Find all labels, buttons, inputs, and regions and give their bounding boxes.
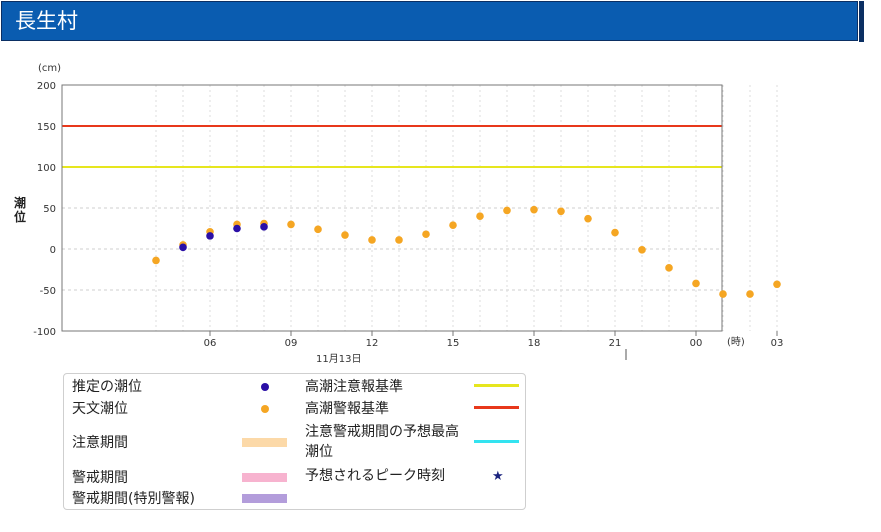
astronomical-tide-point (719, 290, 727, 298)
estimated-tide-point (206, 232, 214, 240)
astronomical-tide-point (692, 279, 700, 288)
astronomical-tide-point (530, 205, 538, 214)
legend-label-warning-period: 警戒期間 (72, 470, 128, 486)
estimated-tide-point (260, 223, 268, 231)
y-tick-labels: 200 150 100 50 0 -50 -100 (33, 81, 56, 338)
astronomical-tide-point (287, 220, 295, 229)
astronomical-tide-point (746, 290, 754, 298)
x-tick-label: 06 (204, 338, 217, 349)
y-tick-label: 200 (37, 81, 56, 92)
astronomical-tide-point (584, 214, 592, 223)
astronomical-tide-point (773, 280, 781, 289)
astronomical-tide-point (314, 225, 322, 234)
date-label: 11月13日 (316, 353, 361, 365)
legend-swatch-warning-period (242, 473, 287, 482)
legend-swatch-special-warning-period (242, 494, 287, 503)
legend-swatch-advisory-threshold (474, 384, 519, 387)
astronomical-tide-point (503, 206, 511, 215)
legend-swatch-astronomical-tide (261, 405, 269, 413)
astronomical-tide-point (665, 264, 673, 272)
legend-swatch-estimated-tide (261, 383, 269, 391)
astronomical-tide-point (368, 236, 376, 244)
x-tick-label: 00 (690, 338, 703, 349)
astronomical-tide-point (557, 207, 565, 216)
y-tick-label: -100 (33, 327, 56, 338)
legend-label-predicted-max-tide: 注意警戒期間の予想最高潮位 (305, 424, 459, 460)
page-header: 長生村 (1, 1, 858, 41)
legend-swatch-predicted-max-tide (474, 440, 519, 443)
y-unit-label: (cm) (38, 63, 61, 74)
legend-label-estimated-tide: 推定の潮位 (72, 379, 142, 395)
legend-label-peak-time: 予想されるピーク時刻 (305, 468, 445, 484)
astronomical-tide-point (422, 230, 430, 239)
legend-label-astronomical-tide: 天文潮位 (72, 401, 128, 417)
x-unit-label: (時) (727, 336, 745, 348)
header-shadow (859, 1, 864, 42)
legend-swatch-warning-threshold (474, 406, 519, 409)
y-axis-title: 潮 位 (14, 195, 30, 224)
y-tick-label: 0 (50, 245, 56, 256)
star-icon: ★ (492, 469, 504, 484)
y-tick-label: -50 (40, 286, 56, 297)
astronomical-tide-point (476, 212, 484, 220)
y-tick-label: 100 (37, 163, 56, 174)
y-tick-label: 50 (43, 204, 56, 215)
x-tick-label: 03 (771, 338, 784, 349)
tide-chart: 200 150 100 50 0 -50 -100 06 09 12 15 18 21 00 03 (cm… (14, 63, 784, 365)
x-tick-label: 21 (609, 338, 622, 349)
astronomical-tide-point (152, 256, 160, 265)
estimated-tide-point (179, 243, 187, 252)
data-points (152, 205, 781, 298)
x-tick-label: 09 (285, 338, 298, 349)
x-tick-label: 18 (528, 338, 541, 349)
legend-label-advisory-threshold: 高潮注意報基準 (305, 379, 403, 395)
astronomical-tide-point (341, 231, 349, 239)
astronomical-tide-point (449, 221, 457, 230)
legend-label-warning-threshold: 高潮警報基準 (305, 401, 389, 417)
legend: 推定の潮位 天文潮位 注意期間 警戒期間 警戒期間(特別警報) 高潮注意報基準 … (63, 373, 526, 510)
x-tick-labels: 06 09 12 15 18 21 00 03 (204, 331, 784, 349)
estimated-tide-point (233, 224, 241, 233)
reference-lines (62, 125, 722, 168)
x-tick-label: 15 (447, 338, 460, 349)
astronomical-tide-point (395, 236, 403, 244)
chart-grid (62, 84, 778, 332)
legend-label-caution-period: 注意期間 (72, 435, 128, 451)
legend-swatch-caution-period (242, 438, 287, 447)
y-tick-label: 150 (37, 122, 56, 133)
astronomical-tide-point (638, 246, 646, 254)
astronomical-tide-point (611, 228, 619, 237)
page-title: 長生村 (15, 9, 78, 33)
legend-label-special-warning-period: 警戒期間(特別警報) (72, 491, 195, 507)
x-tick-label: 12 (366, 338, 379, 349)
